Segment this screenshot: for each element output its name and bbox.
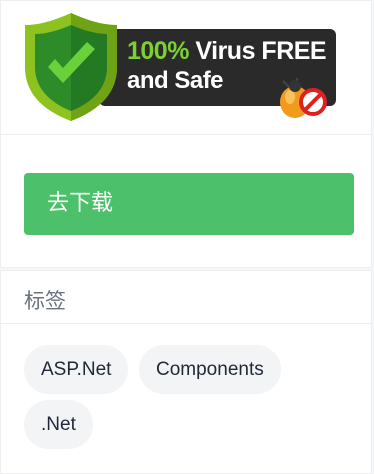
badge-percent: 100% <box>127 37 189 65</box>
virus-free-badge: 100% Virus FREE and Safe <box>23 11 339 121</box>
tag-components[interactable]: Components <box>139 345 281 394</box>
tags-card: 标签 ASP.Net Components .Net <box>0 270 373 474</box>
badge-line-1: 100% Virus FREE <box>127 37 327 66</box>
badge-line-2: and Safe <box>127 67 224 94</box>
tags-divider <box>1 323 373 324</box>
badge-line-1-text: Virus FREE <box>188 37 327 65</box>
tag-asp-net[interactable]: ASP.Net <box>24 345 129 394</box>
page: 100% Virus FREE and Safe 去下载 标签 ASP.Net … <box>0 0 374 474</box>
tag-dot-net[interactable]: .Net <box>24 400 93 449</box>
card-divider <box>1 134 373 135</box>
download-button[interactable]: 去下载 <box>24 173 354 235</box>
shield-check-icon <box>25 13 117 121</box>
tags-section-title: 标签 <box>24 289 66 313</box>
download-card: 100% Virus FREE and Safe 去下载 <box>0 0 373 268</box>
no-bug-icon <box>280 78 327 118</box>
